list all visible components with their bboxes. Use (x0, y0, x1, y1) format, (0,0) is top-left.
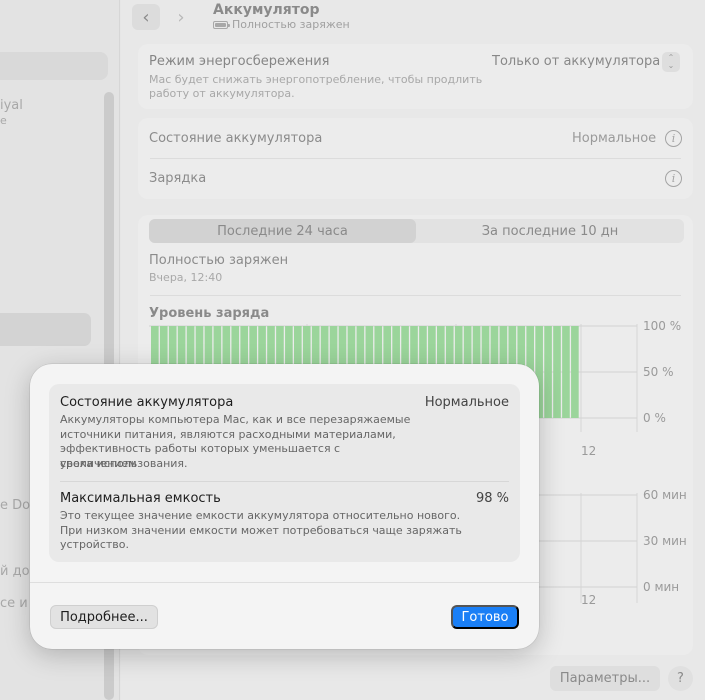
energy-mode-select[interactable]: Только от аккумулятора (492, 54, 660, 69)
page-title: Аккумулятор (213, 2, 320, 18)
battery-health-details-card: Состояние аккумулятора Нормальное Аккуму… (49, 384, 520, 562)
charge-status-title: Полностью заряжен (149, 253, 289, 268)
more-info-button[interactable]: Подробнее... (50, 605, 158, 629)
chart-title: Уровень заряда (149, 306, 270, 321)
info-icon[interactable]: i (665, 130, 682, 147)
row-divider (150, 295, 681, 296)
battery-status-text: Полностью заряжен (232, 18, 350, 31)
max-capacity-description-line: устройство. (60, 538, 129, 551)
page-subtitle: Полностью заряжен (213, 18, 350, 31)
done-button[interactable]: Готово (451, 605, 519, 629)
sidebar-account-name-fragment: iyal (0, 98, 23, 113)
battery-health-value: Нормальное (572, 131, 657, 146)
battery-full-icon (213, 20, 230, 29)
energy-mode-card: Режим энергосбережения Только от аккумул… (138, 44, 693, 109)
row-divider (60, 481, 509, 482)
options-button[interactable]: Параметры... (550, 666, 660, 691)
charging-label: Зарядка (149, 171, 207, 186)
info-icon[interactable]: i (665, 170, 682, 187)
health-description-line: источники питания, являются расходными м… (60, 427, 396, 441)
chevron-left-icon: ‹ (142, 6, 150, 28)
sidebar-item-selected[interactable] (0, 313, 91, 346)
health-title: Состояние аккумулятора (60, 395, 234, 410)
back-button[interactable]: ‹ (132, 4, 160, 30)
health-description-line: срока использования. (60, 456, 188, 470)
sheet-divider (30, 582, 539, 583)
health-description-line: Аккумуляторы компьютера Mac, как и все п… (60, 413, 411, 426)
battery-info-card: Состояние аккумулятора Нормальное i Заря… (138, 118, 693, 199)
battery-health-label: Состояние аккумулятора (149, 131, 323, 146)
help-button[interactable]: ? (668, 666, 693, 691)
battery-health-sheet: Состояние аккумулятора Нормальное Аккуму… (30, 364, 539, 649)
max-capacity-value: 98 % (475, 491, 509, 506)
chevron-right-icon: › (177, 6, 185, 28)
health-value: Нормальное (424, 395, 509, 410)
max-capacity-description-line: Это текущее значение емкости аккумулятор… (60, 509, 461, 522)
tab-last-10-days[interactable]: За последние 10 дн (416, 219, 684, 243)
sidebar-search-field[interactable] (0, 52, 108, 80)
energy-mode-label: Режим энергосбережения (149, 54, 330, 69)
energy-mode-description-line: работу от аккумулятора. (149, 87, 295, 100)
chevron-up-down-icon[interactable]: ⌃ ⌄ (662, 52, 680, 72)
charge-status-time: Вчера, 12:40 (149, 271, 223, 284)
sidebar-account-sub-fragment: e (0, 114, 7, 127)
energy-mode-description-line: Mac будет снижать энергопотребление, что… (149, 73, 483, 86)
max-capacity-title: Максимальная емкость (60, 491, 221, 506)
max-capacity-description-line: При низком значении емкости может потреб… (60, 523, 462, 537)
forward-button[interactable]: › (167, 4, 195, 30)
history-period-control: Последние 24 часа За последние 10 дн (149, 219, 684, 243)
tab-last-24-hours[interactable]: Последние 24 часа (149, 219, 416, 243)
row-divider (150, 158, 681, 159)
